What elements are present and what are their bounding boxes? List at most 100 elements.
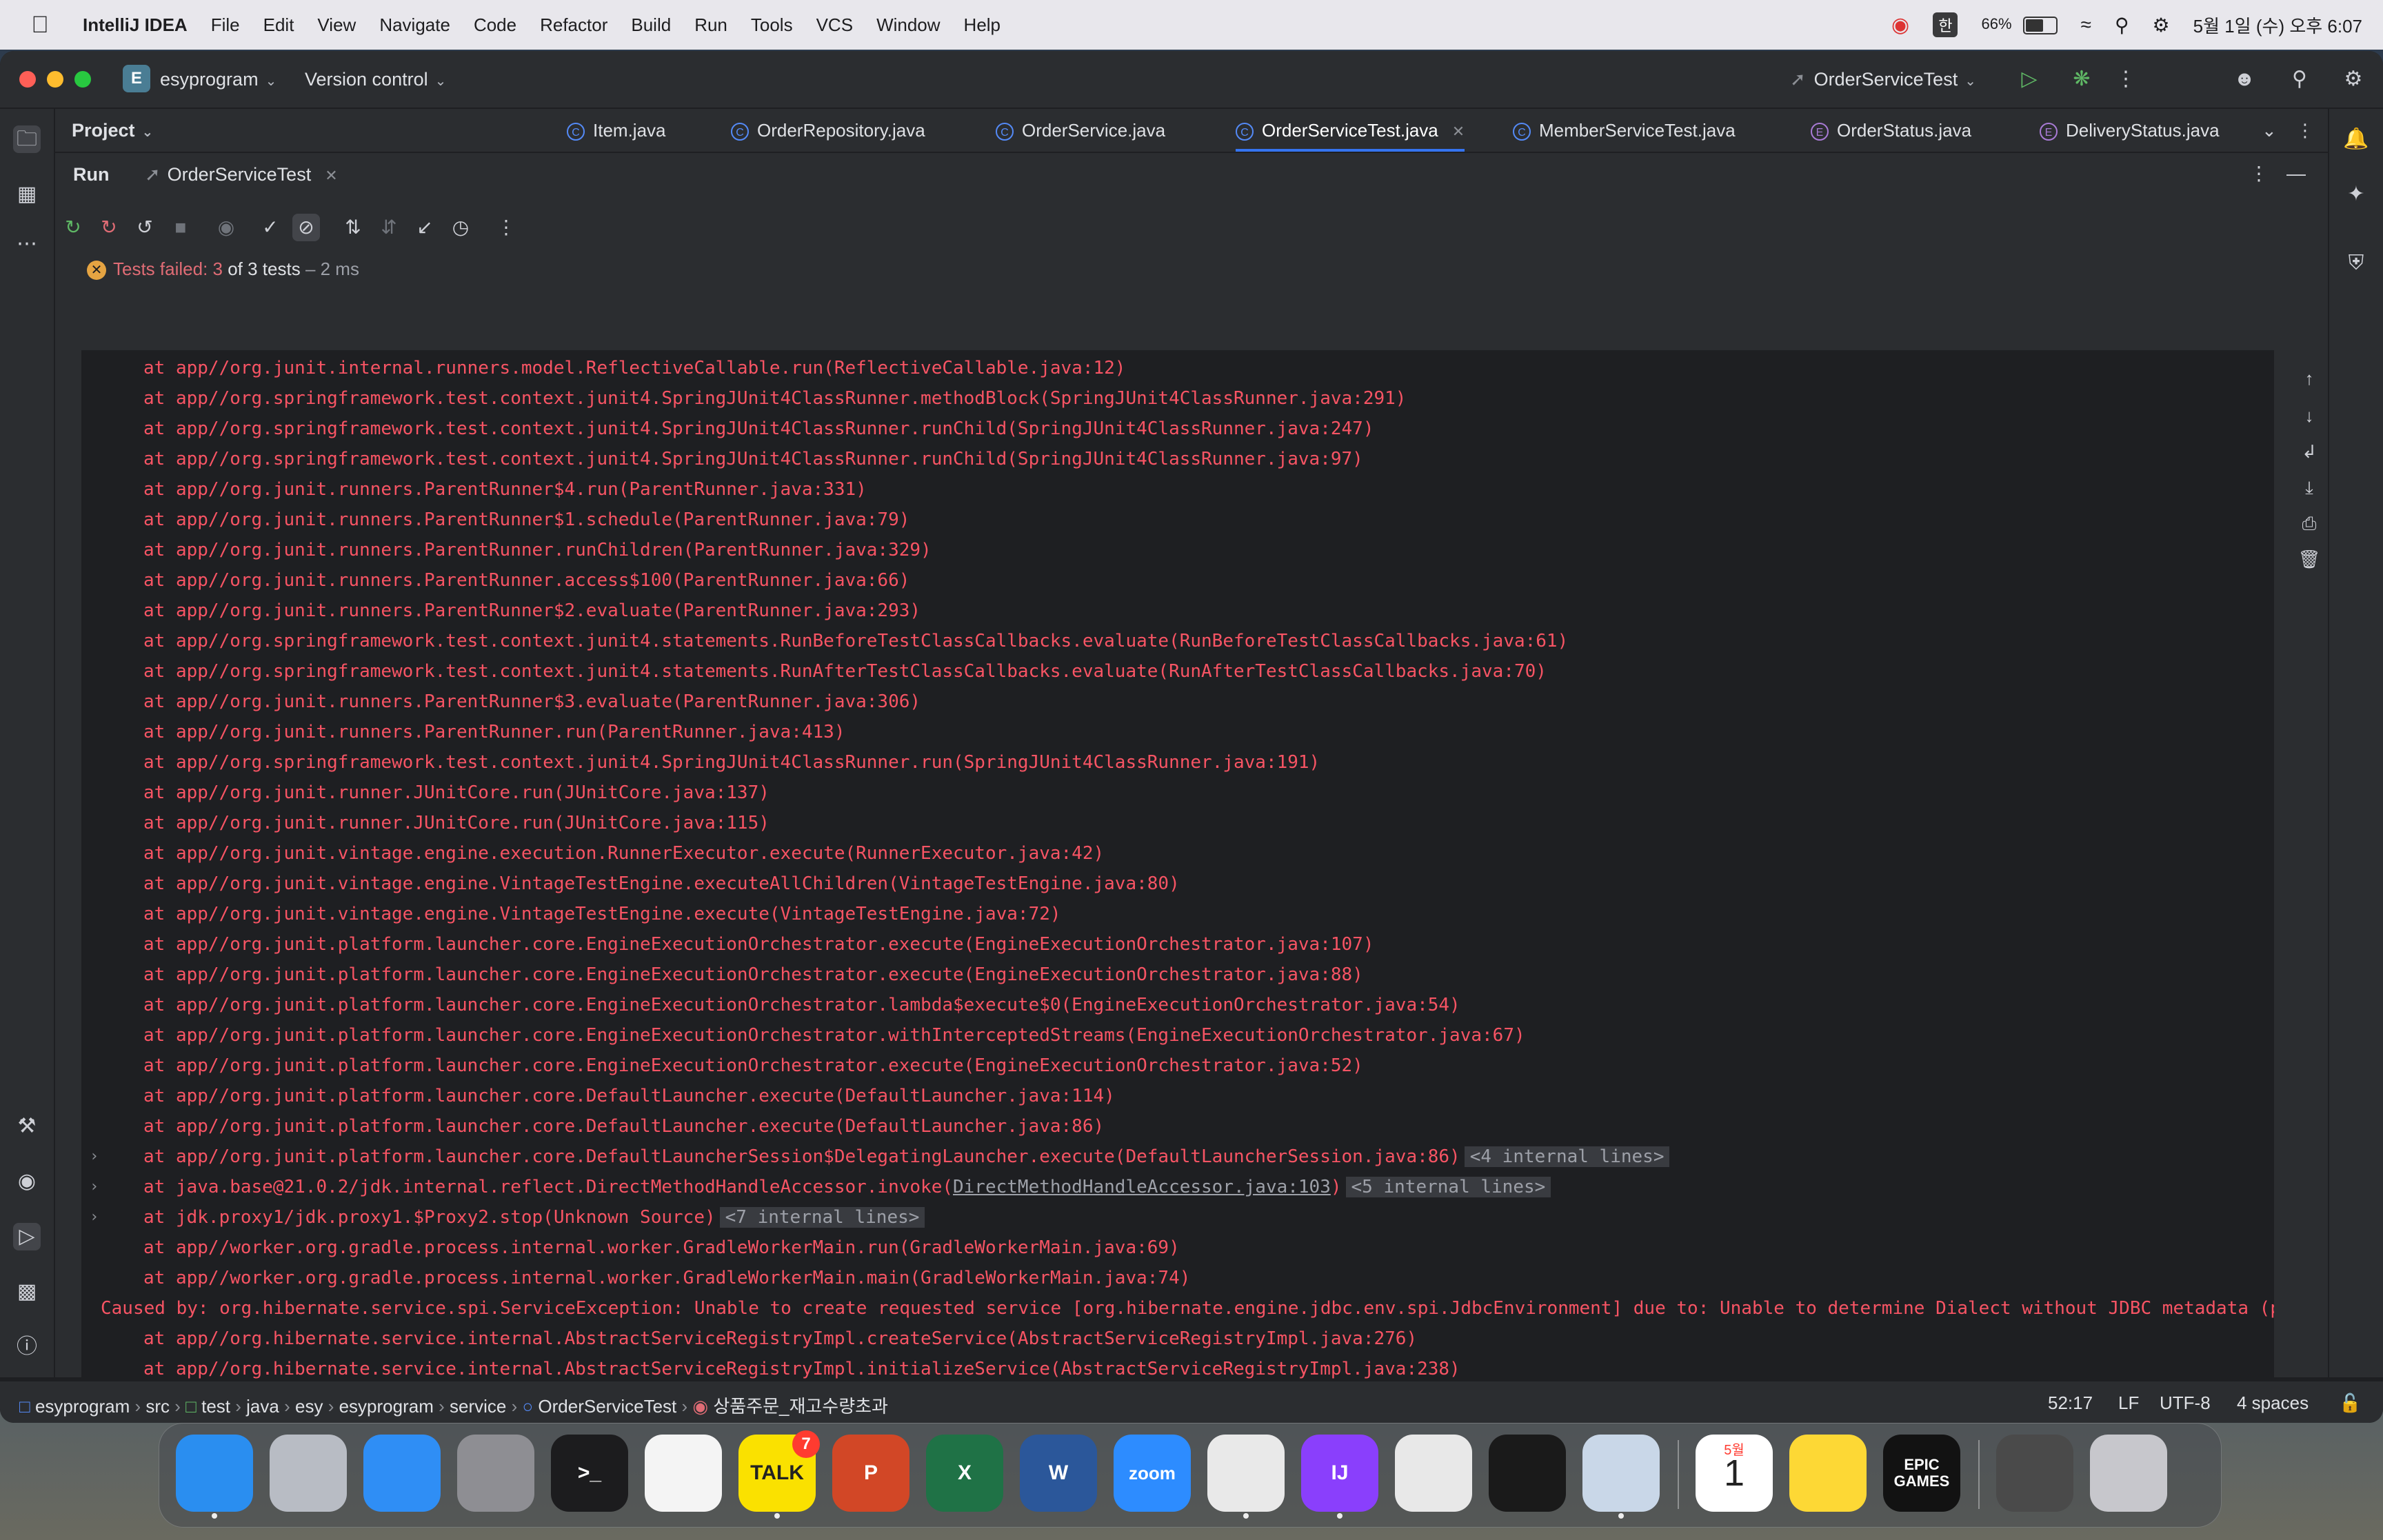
dock-app-powerpoint[interactable]: P [832,1435,909,1512]
menu-clock[interactable]: 5월 1일 (수) 오후 6:07 [2193,12,2362,38]
menu-file[interactable]: File [211,14,240,36]
code-with-me-icon[interactable]: ☻ [2231,66,2258,92]
stop-icon[interactable]: ■ [167,214,194,241]
build-hammer-icon[interactable]: ⚒ [13,1113,41,1140]
more-tools-icon[interactable]: ⋯ [13,230,41,258]
menu-app-name[interactable]: IntelliJ IDEA [83,14,188,36]
tab-order-repository-java[interactable]: C OrderRepository.java [731,109,925,152]
menu-tools[interactable]: Tools [751,14,793,36]
rerun-icon[interactable]: ↻ [59,214,87,241]
settings-gear-icon[interactable]: ⚙ [2340,66,2366,92]
dock-app-textedit[interactable] [645,1435,722,1512]
internal-lines-fold[interactable]: <7 internal lines> [719,1207,925,1228]
close-icon[interactable]: ✕ [1452,123,1465,140]
dock-app-terminal[interactable]: >_ [551,1435,628,1512]
show-passed-check-icon[interactable]: ✓ [257,214,284,241]
dock-app-preview[interactable] [1582,1435,1660,1519]
breadcrumb-item[interactable]: esy [295,1396,323,1417]
ai-assistant-icon[interactable]: ✦ [2342,181,2370,208]
control-center-icon[interactable]: ⚙ [2153,14,2170,37]
breadcrumb-item[interactable]: esyprogram [339,1396,434,1417]
expand-fold-chevron-icon[interactable]: › [90,1202,99,1233]
wifi-icon[interactable]: ≈ [2081,14,2091,36]
show-ignored-eye-icon[interactable]: ◉ [212,214,240,241]
trash-icon[interactable]: 🗑 [2297,547,2321,571]
version-control-menu[interactable]: Version control ⌄ [305,69,446,90]
project-switcher[interactable]: esyprogram ⌄ [160,69,276,90]
services-icon[interactable]: ◉ [13,1168,41,1195]
close-icon[interactable]: ✕ [325,167,337,184]
breadcrumb-item[interactable]: java [246,1396,279,1417]
sort-by-duration-icon[interactable]: ⇵ [375,214,403,241]
dock-app-zoom[interactable]: zoom [1114,1435,1191,1512]
dock-app-word[interactable]: W [1020,1435,1097,1512]
source-file-link[interactable]: DirectMethodHandleAccessor.java:103 [953,1177,1331,1197]
breadcrumb-item[interactable]: service [450,1396,506,1417]
rerun-failed-tests-icon[interactable]: ↻ [95,214,123,241]
dock-app-kakaotalk[interactable]: TALK 7 [738,1430,820,1519]
dock-app-excel[interactable]: X [926,1435,1003,1512]
project-badge[interactable]: E [123,65,150,92]
test-history-clock-icon[interactable]: ◷ [447,214,474,241]
problems-icon[interactable]: ⓘ [13,1333,41,1361]
minimize-panel-icon[interactable]: — [2282,160,2310,188]
dock-app-system-settings[interactable] [457,1435,534,1512]
tab-delivery-status-java[interactable]: E DeliveryStatus.java [2040,109,2220,152]
read-only-lock-icon[interactable]: 🔓 [2339,1392,2361,1414]
dock-app-chrome[interactable] [1207,1435,1285,1519]
input-method-indicator[interactable]: 한 [1933,12,1958,37]
tab-order-service-test-java[interactable]: C OrderServiceTest.java ✕ [1236,109,1465,152]
structure-icon[interactable]: ▦ [13,181,41,208]
tabs-overflow-chevron-icon[interactable]: ⌄ [2262,109,2277,152]
tab-order-service-java[interactable]: C OrderService.java [996,109,1165,152]
expand-fold-chevron-icon[interactable]: › [90,1142,99,1172]
menu-run[interactable]: Run [694,14,727,36]
up-arrow-icon[interactable]: ↑ [2297,367,2321,390]
expand-fold-chevron-icon[interactable]: › [90,1172,99,1202]
caret-position[interactable]: 52:17 [2048,1392,2093,1414]
apple-icon[interactable]:  [25,12,55,39]
down-arrow-icon[interactable]: ↓ [2297,404,2321,427]
notifications-bell-icon[interactable]: 🔔 [2342,125,2370,153]
internal-lines-fold[interactable]: <4 internal lines> [1464,1146,1670,1167]
dock-app-trash[interactable] [2090,1435,2167,1512]
tab-item-java[interactable]: C Item.java [567,109,666,152]
indent-setting[interactable]: 4 spaces [2237,1392,2309,1414]
menu-view[interactable]: View [317,14,356,36]
breadcrumb-item[interactable]: 상품주문_재고수량초과 [713,1396,888,1417]
import-tests-icon[interactable]: ↙ [411,214,439,241]
toolbar-more-icon[interactable]: ⋮ [492,214,520,241]
battery-status[interactable]: 66% [1981,15,2058,34]
dock-app-notes[interactable] [1789,1435,1867,1512]
dock-app-epic-games[interactable]: EPIC GAMES [1883,1435,1960,1512]
file-encoding[interactable]: UTF-8 [2160,1392,2211,1414]
tabs-more-icon[interactable]: ⋮ [2296,109,2314,152]
line-ending[interactable]: LF [2118,1392,2139,1414]
debug-icon[interactable]: ❋ [2069,66,2095,92]
search-everywhere-icon[interactable]: ⚲ [2286,66,2313,92]
dock-app-finder[interactable] [176,1435,253,1519]
scroll-to-end-icon[interactable]: ⤓ [2297,476,2321,499]
dock-app-downloads-stack[interactable] [1996,1435,2073,1512]
dock-app-safari[interactable] [363,1435,441,1512]
dock-app-launchpad[interactable] [270,1435,347,1512]
menu-help[interactable]: Help [964,14,1001,36]
dock-app-intellij[interactable]: IJ [1301,1435,1378,1519]
menu-edit[interactable]: Edit [263,14,294,36]
breadcrumb-item[interactable]: test [201,1396,230,1417]
print-icon[interactable]: ⎙ [2297,511,2321,535]
internal-lines-fold[interactable]: <5 internal lines> [1345,1177,1551,1197]
dock-app-iterm-loader[interactable] [1489,1435,1566,1512]
soft-wrap-icon[interactable]: ↲ [2297,440,2321,463]
toggle-auto-test-icon[interactable]: ↺ [131,214,159,241]
run-tool-icon[interactable]: ▷ [13,1223,41,1250]
breadcrumb-item[interactable]: esyprogram [35,1396,130,1417]
menu-window[interactable]: Window [876,14,940,36]
spotlight-search-icon[interactable]: ⚲ [2115,14,2129,37]
menu-vcs[interactable]: VCS [816,14,853,36]
breadcrumb-item[interactable]: OrderServiceTest [538,1396,676,1417]
console-output[interactable]: at app//org.junit.internal.runners.model… [81,350,2274,1423]
window-close-button[interactable] [19,71,36,88]
dock-app-python-launcher[interactable] [1395,1435,1472,1512]
breadcrumb-item[interactable]: src [145,1396,170,1417]
